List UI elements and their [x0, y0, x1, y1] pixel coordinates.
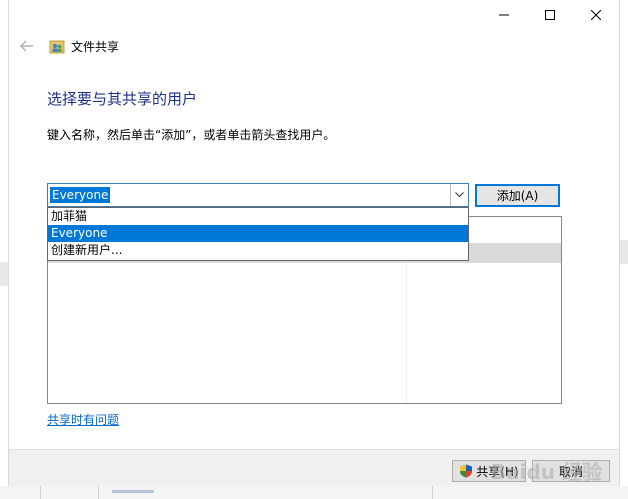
sharing-help-link[interactable]: 共享时有问题	[47, 411, 119, 428]
close-button[interactable]	[573, 0, 619, 30]
chevron-down-icon	[455, 192, 464, 198]
page-heading: 选择要与其共享的用户	[47, 90, 198, 108]
dropdown-item-everyone[interactable]: Everyone	[48, 225, 468, 242]
file-sharing-window: 文件共享 选择要与其共享的用户 键入名称，然后单击“添加”，或者单击箭头查找用户…	[8, 0, 620, 487]
combo-dropdown-button[interactable]	[450, 184, 468, 206]
back-button[interactable]	[17, 36, 37, 56]
user-combo-box[interactable]: Everyone	[47, 183, 469, 207]
cancel-button[interactable]: 取消	[532, 460, 610, 482]
uac-shield-icon	[460, 464, 473, 478]
window-title: 文件共享	[71, 39, 120, 54]
minimize-button[interactable]	[481, 0, 527, 30]
background-strip-right	[620, 240, 628, 264]
dialog-footer: 共享(H) 取消	[9, 449, 619, 487]
navigation-row: 文件共享	[17, 36, 119, 56]
title-bar-controls	[481, 0, 619, 30]
background-strip-left	[0, 262, 8, 286]
maximize-icon	[545, 10, 555, 20]
share-button-label: 共享(H)	[476, 464, 519, 479]
file-sharing-icon	[49, 38, 65, 54]
instruction-text: 键入名称，然后单击“添加”，或者单击箭头查找用户。	[47, 128, 336, 142]
dropdown-item-create-new-user[interactable]: 创建新用户...	[48, 242, 468, 259]
maximize-button[interactable]	[527, 0, 573, 30]
close-icon	[591, 10, 601, 20]
combo-input-value[interactable]: Everyone	[50, 187, 111, 203]
combo-dropdown-list: 加菲猫 Everyone 创建新用户...	[47, 207, 469, 261]
background-window-strip	[0, 486, 628, 499]
dropdown-item-garfield[interactable]: 加菲猫	[48, 208, 468, 225]
share-button[interactable]: 共享(H)	[452, 460, 526, 482]
minimize-icon	[499, 14, 509, 16]
back-arrow-icon	[20, 40, 33, 52]
add-button[interactable]: 添加(A)	[475, 184, 560, 207]
